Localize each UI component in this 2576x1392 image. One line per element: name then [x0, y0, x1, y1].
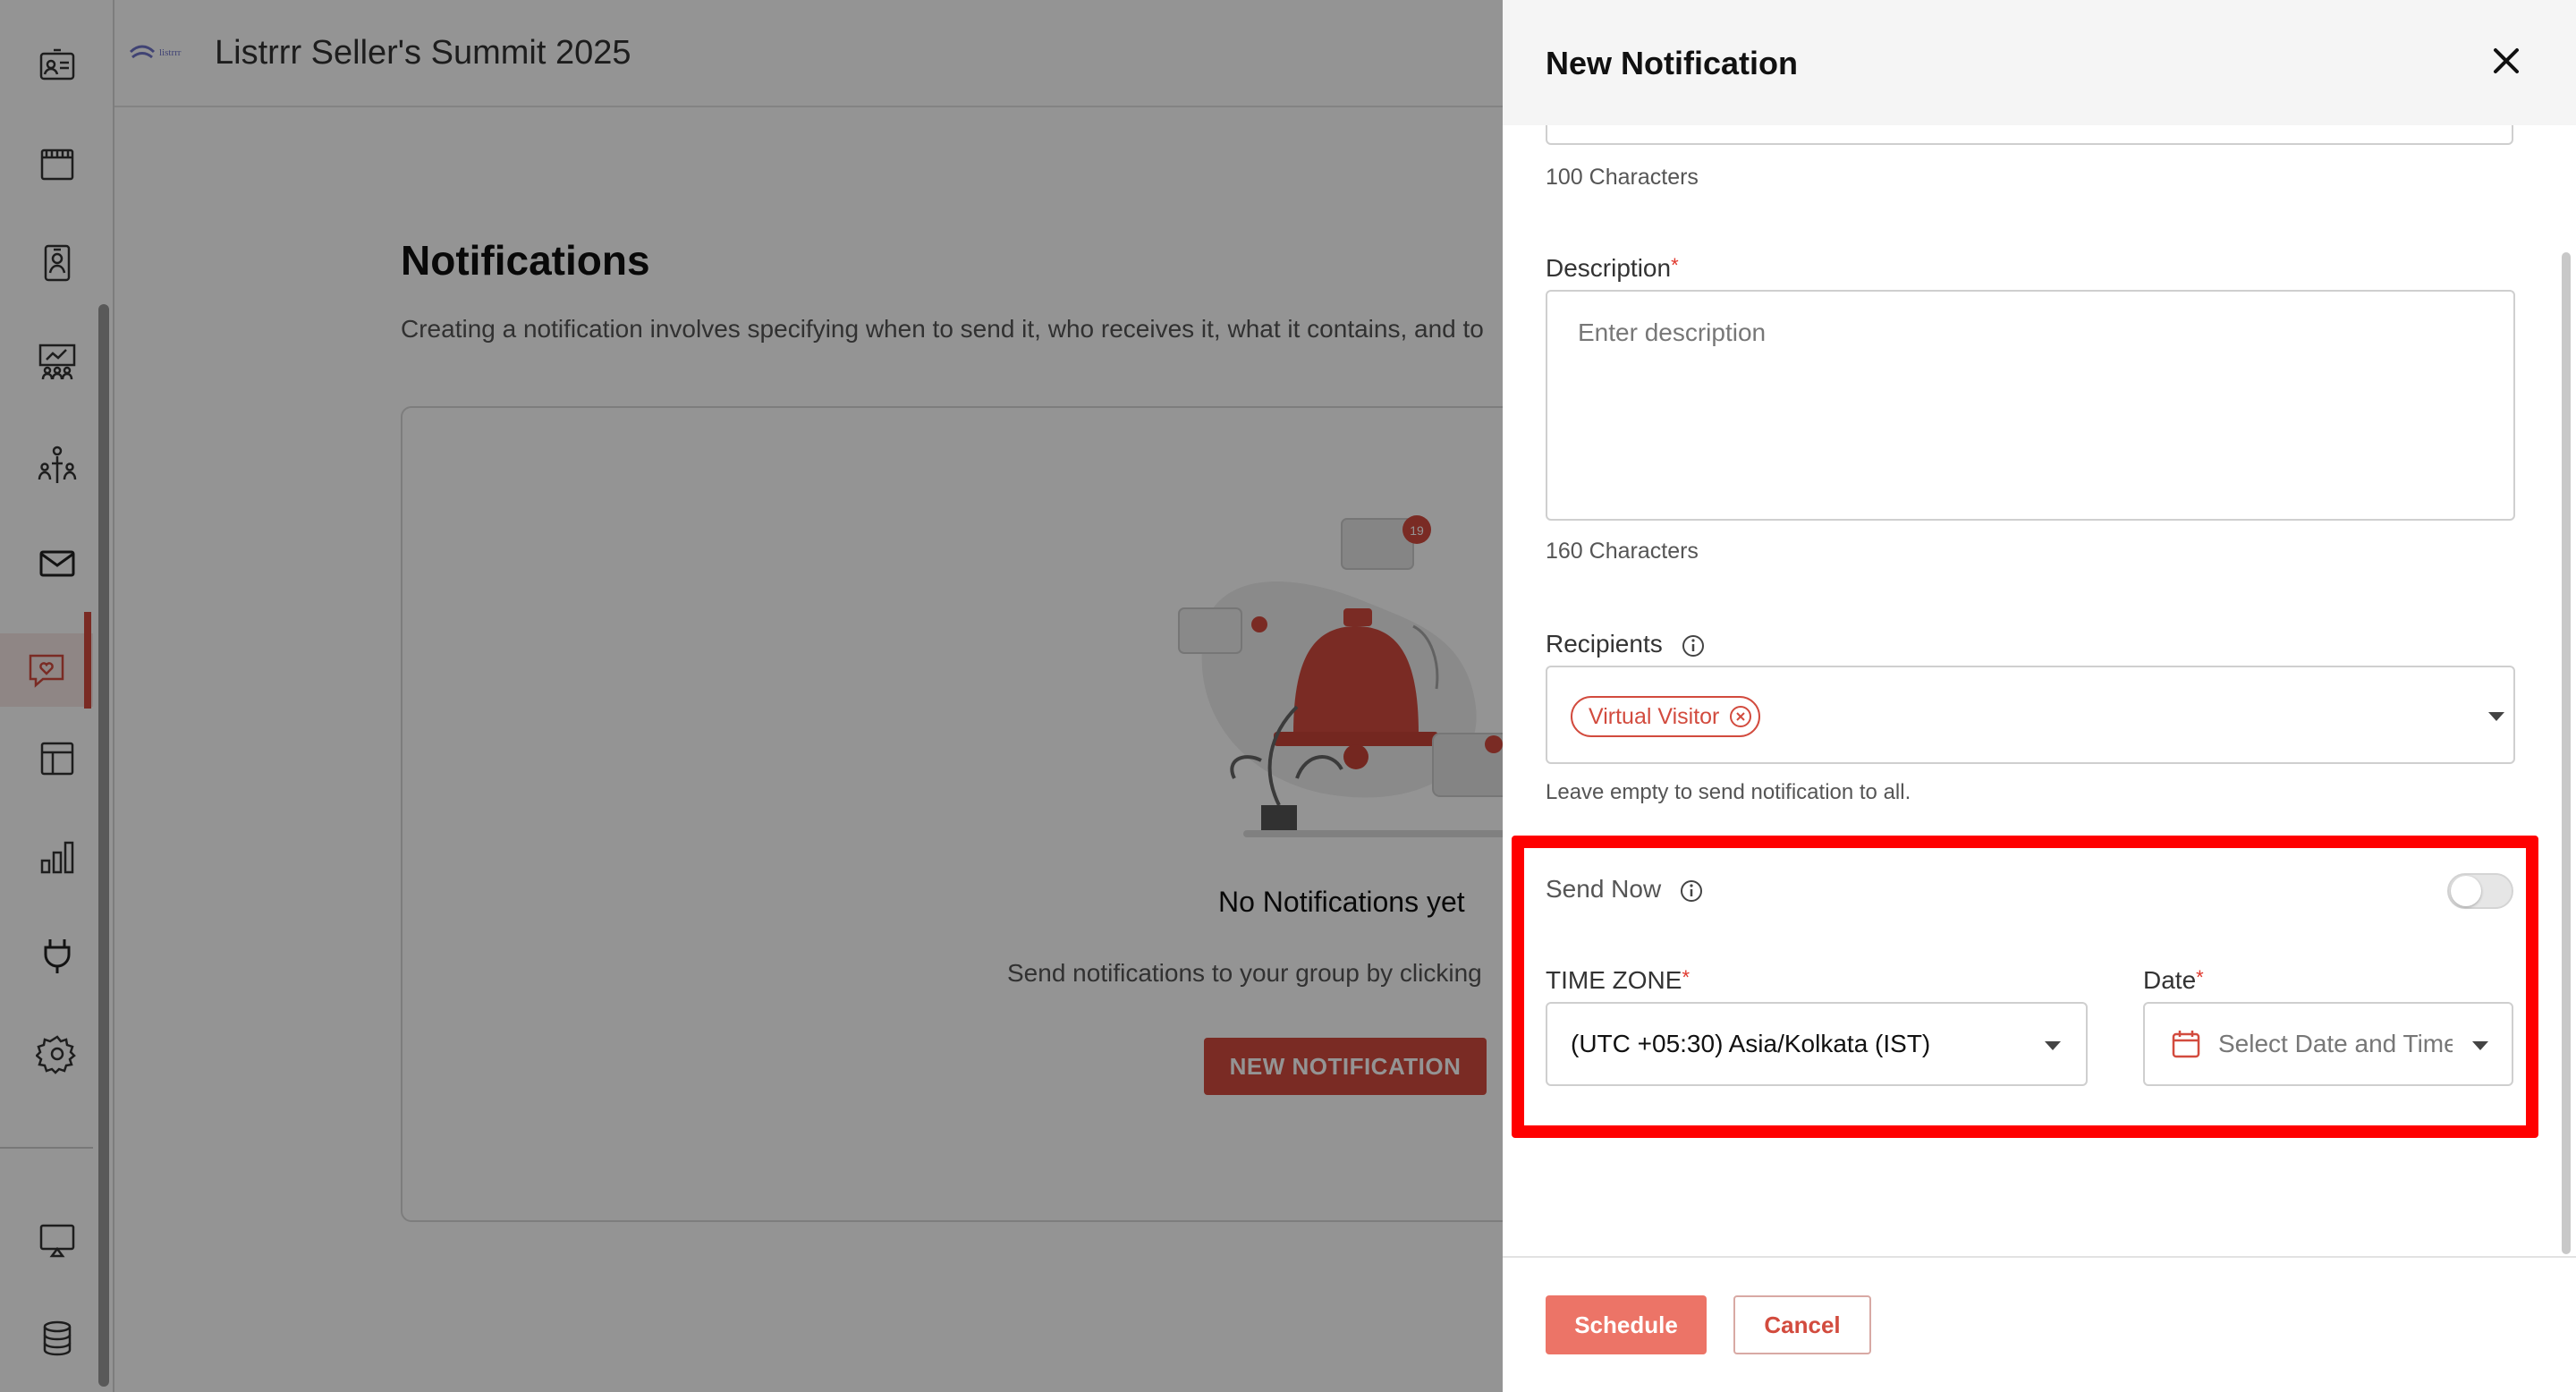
cancel-button[interactable]: Cancel — [1733, 1295, 1871, 1354]
description-label-text: Description — [1546, 254, 1672, 282]
drawer-scrollbar[interactable] — [2562, 252, 2571, 1254]
description-textarea[interactable]: Enter description — [1546, 290, 2515, 521]
info-icon[interactable] — [1681, 633, 1706, 658]
footer-divider — [1503, 1256, 2576, 1258]
recipients-select[interactable]: Virtual Visitor — [1546, 666, 2515, 764]
remove-chip-icon[interactable] — [1728, 704, 1753, 729]
recipient-chip-label: Virtual Visitor — [1589, 703, 1720, 729]
modal-backdrop[interactable] — [0, 0, 1503, 1392]
description-char-counter: 160 Characters — [1546, 539, 1699, 564]
chevron-down-icon[interactable] — [2487, 710, 2506, 723]
title-char-counter: 100 Characters — [1546, 165, 1699, 190]
schedule-button[interactable]: Schedule — [1546, 1295, 1707, 1354]
description-placeholder: Enter description — [1578, 318, 1767, 346]
description-label: Description* — [1546, 254, 1679, 283]
highlight-box — [1512, 836, 2538, 1138]
recipients-label-text: Recipients — [1546, 630, 1663, 658]
recipient-chip[interactable]: Virtual Visitor — [1571, 696, 1761, 737]
recipients-helper: Leave empty to send notification to all. — [1546, 780, 1911, 804]
required-mark: * — [1671, 254, 1679, 276]
drawer-header: New Notification — [1503, 0, 2576, 125]
recipients-label: Recipients — [1546, 630, 1706, 658]
close-button[interactable] — [2487, 41, 2526, 81]
drawer-title: New Notification — [1546, 45, 1799, 81]
close-icon — [2494, 48, 2519, 73]
new-notification-drawer: New Notification 100 Characters Descript… — [1503, 0, 2576, 1392]
